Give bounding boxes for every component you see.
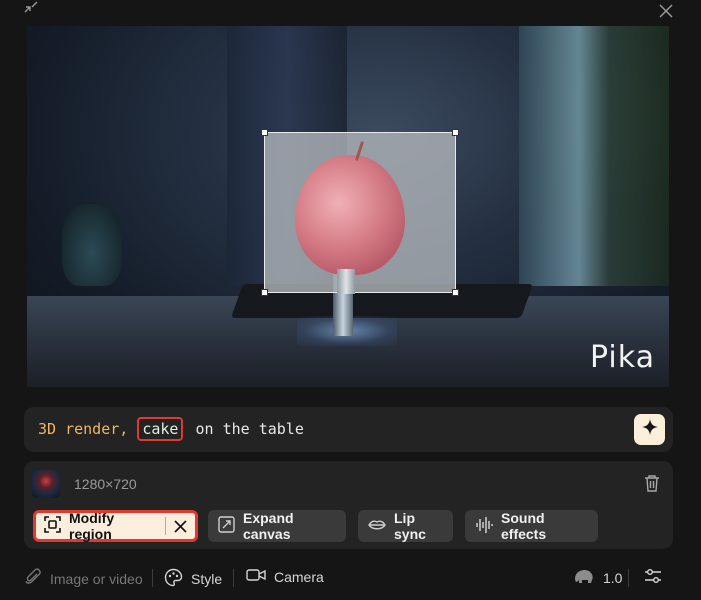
waveform-icon bbox=[475, 516, 493, 537]
resolution-label: 1280×720 bbox=[74, 476, 137, 492]
expand-icon bbox=[218, 516, 235, 536]
pika-watermark: Pika bbox=[590, 340, 655, 375]
toolbar-divider bbox=[233, 569, 234, 587]
sparkle-icon bbox=[641, 419, 658, 440]
vase bbox=[62, 204, 122, 286]
settings-button[interactable] bbox=[644, 568, 662, 587]
motion-strength-control[interactable]: 1.0 bbox=[573, 568, 622, 587]
elephant-icon bbox=[573, 568, 595, 587]
style-button[interactable]: Style bbox=[164, 568, 222, 590]
lips-icon bbox=[368, 518, 386, 534]
apple-object bbox=[295, 155, 405, 275]
region-selection-box[interactable] bbox=[261, 129, 459, 296]
resize-handle-bottom-left[interactable] bbox=[261, 289, 268, 296]
sound-effects-label: Sound effects bbox=[501, 510, 547, 542]
prompt-suffix: on the table bbox=[186, 420, 304, 438]
chip-divider bbox=[165, 517, 166, 535]
resize-handle-top-right[interactable] bbox=[452, 129, 459, 136]
sliders-icon bbox=[644, 568, 662, 587]
sound-effects-button[interactable]: Sound effects bbox=[465, 510, 598, 542]
apple-stand bbox=[337, 269, 355, 294]
resize-handle-top-left[interactable] bbox=[261, 129, 268, 136]
region-select-icon bbox=[44, 516, 61, 536]
lip-sync-button[interactable]: Lip sync bbox=[358, 510, 453, 542]
expand-canvas-label: Expand canvas bbox=[243, 510, 294, 542]
media-panel: 1280×720 Modify region Expand canvas Lip… bbox=[24, 461, 673, 549]
toolbar-divider bbox=[628, 569, 629, 587]
enhance-prompt-button[interactable] bbox=[634, 414, 665, 445]
prompt-input[interactable]: 3D render, cake on the table bbox=[38, 417, 304, 441]
image-or-video-label: Image or video bbox=[50, 570, 143, 587]
modify-region-label: Modify region bbox=[69, 510, 115, 542]
bottom-toolbar: Image or video Style Camera 1.0 bbox=[24, 560, 673, 594]
motion-value: 1.0 bbox=[603, 569, 623, 586]
palette-icon bbox=[164, 568, 183, 590]
prompt-bar[interactable]: 3D render, cake on the table bbox=[24, 407, 673, 452]
style-label: Style bbox=[191, 571, 223, 587]
camera-icon bbox=[246, 568, 266, 585]
video-preview: Pika bbox=[27, 26, 669, 387]
background-window bbox=[519, 26, 669, 286]
close-icon[interactable] bbox=[657, 2, 675, 20]
prompt-prefix: 3D render, bbox=[38, 420, 129, 438]
image-or-video-button[interactable]: Image or video bbox=[24, 568, 143, 589]
prompt-highlight-word: cake bbox=[137, 417, 184, 441]
trash-icon[interactable] bbox=[643, 473, 661, 493]
paperclip-icon bbox=[24, 568, 42, 589]
resize-handle-bottom-right[interactable] bbox=[452, 289, 459, 296]
toolbar-divider bbox=[152, 569, 153, 587]
lip-sync-label: Lip sync bbox=[394, 510, 426, 542]
collapse-icon[interactable] bbox=[22, 0, 40, 14]
video-thumbnail[interactable] bbox=[32, 470, 60, 498]
expand-canvas-button[interactable]: Expand canvas bbox=[208, 510, 346, 542]
close-icon[interactable] bbox=[174, 519, 187, 533]
camera-label: Camera bbox=[274, 568, 324, 585]
camera-button[interactable]: Camera bbox=[246, 568, 324, 585]
modify-region-button[interactable]: Modify region bbox=[33, 510, 198, 542]
